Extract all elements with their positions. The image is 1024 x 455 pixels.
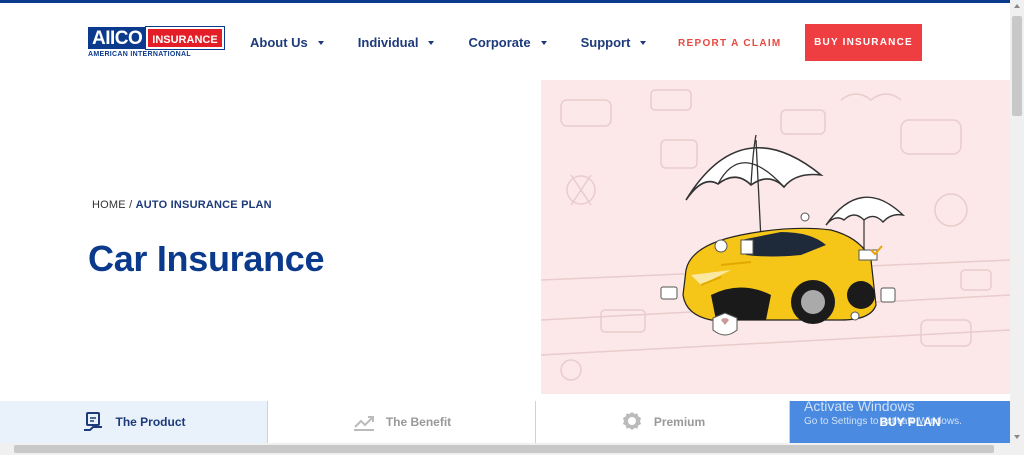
tab-label: Premium	[653, 415, 706, 429]
vertical-scrollbar[interactable]	[1010, 0, 1024, 455]
chevron-down-icon	[540, 40, 547, 45]
logo-badge: INSURANCE	[145, 26, 225, 50]
tab-premium[interactable]: Premium	[536, 401, 790, 443]
tab-label: The Product	[115, 415, 186, 429]
logo-main-text: AIICO	[88, 27, 147, 49]
nav-label: Corporate	[468, 35, 531, 50]
hero-illustration	[541, 80, 1010, 394]
page-title: Car Insurance	[88, 238, 325, 279]
activate-windows-title: Activate Windows	[804, 398, 915, 414]
hscroll-thumb[interactable]	[14, 445, 994, 453]
tab-the-benefit[interactable]: The Benefit	[268, 401, 536, 443]
nav-support[interactable]: Support	[581, 35, 647, 50]
buy-insurance-button[interactable]: BUY INSURANCE	[805, 24, 922, 61]
report-claim-link[interactable]: REPORT A CLAIM	[678, 38, 782, 49]
tab-label: The Benefit	[385, 415, 452, 429]
car-umbrella-illustration	[541, 89, 1010, 381]
scroll-up-arrow-icon[interactable]	[1014, 4, 1020, 8]
aiico-logo[interactable]: AIICO INSURANCE AMERICAN INTERNATIONAL	[88, 26, 225, 59]
nav-label: Individual	[357, 35, 419, 50]
nav-individual[interactable]: Individual	[358, 35, 435, 50]
scroll-thumb[interactable]	[1012, 16, 1022, 116]
activate-windows-subtitle: Go to Settings to activate Windows.	[804, 416, 962, 427]
scroll-down-arrow-icon[interactable]	[1014, 435, 1020, 439]
chevron-down-icon	[317, 40, 324, 45]
horizontal-scrollbar[interactable]	[0, 443, 1010, 455]
chevron-down-icon	[640, 40, 647, 45]
nav-corporate[interactable]: Corporate	[468, 35, 547, 50]
site-header: AIICO INSURANCE AMERICAN INTERNATIONAL A…	[0, 3, 1010, 77]
product-icon	[84, 412, 103, 431]
chevron-down-icon	[428, 40, 435, 45]
main-nav: About Us Individual Corporate Support	[250, 35, 647, 50]
tab-the-product[interactable]: The Product	[0, 401, 268, 443]
nav-about-us[interactable]: About Us	[250, 35, 324, 50]
badge-icon	[622, 412, 641, 430]
chart-icon	[353, 416, 374, 431]
page: AIICO INSURANCE AMERICAN INTERNATIONAL A…	[0, 0, 1024, 455]
logo-subtitle: AMERICAN INTERNATIONAL	[88, 51, 191, 58]
breadcrumb-home[interactable]: HOME	[92, 199, 126, 211]
breadcrumb-separator: /	[129, 199, 133, 211]
breadcrumb: HOME / AUTO INSURANCE PLAN	[92, 199, 272, 211]
nav-label: About Us	[250, 35, 308, 50]
nav-label: Support	[580, 35, 631, 50]
breadcrumb-current: AUTO INSURANCE PLAN	[135, 199, 272, 211]
